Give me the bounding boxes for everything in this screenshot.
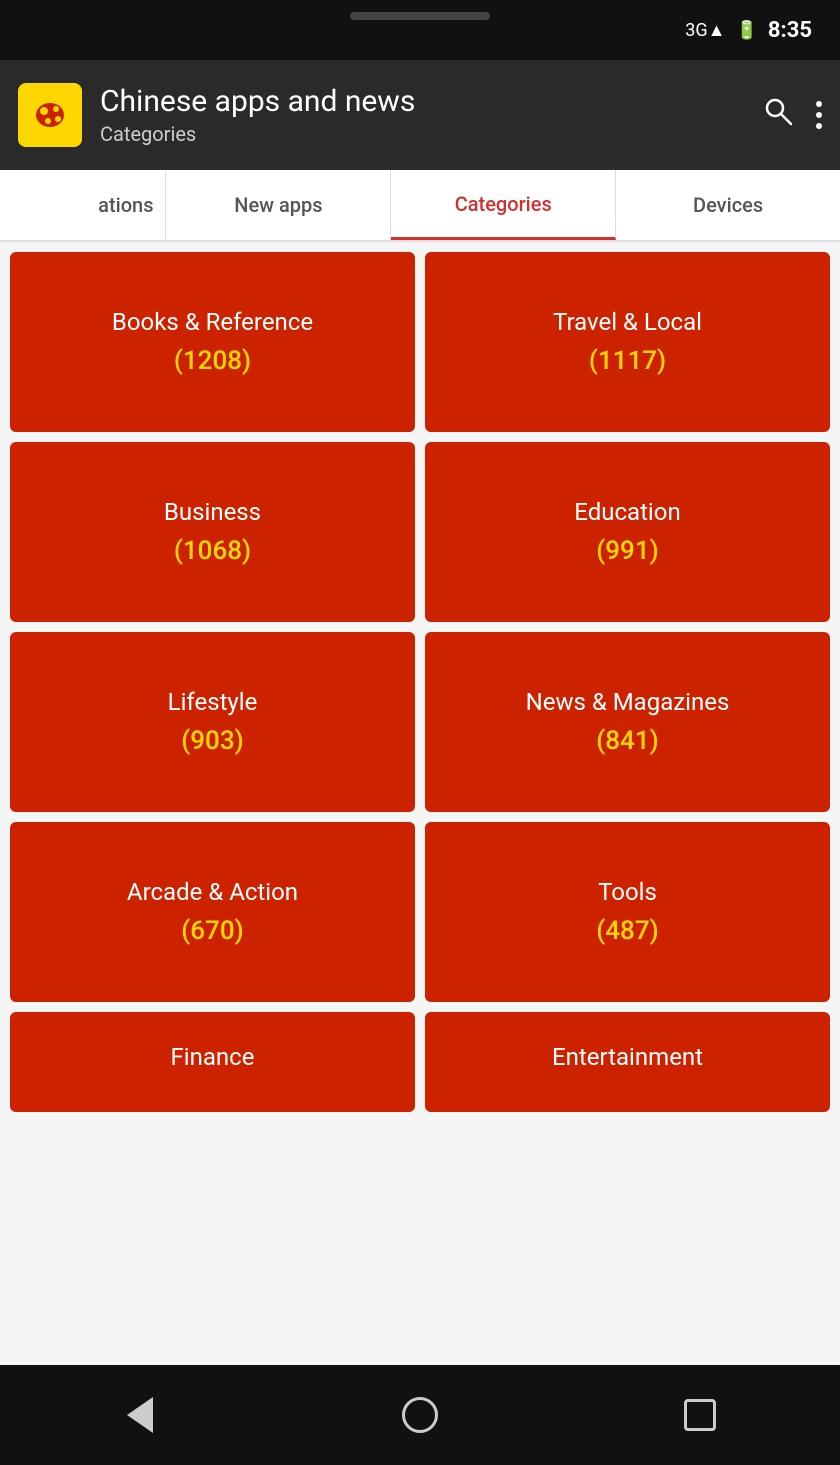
app-title-block: Chinese apps and news Categories [100,84,744,146]
tab-applications[interactable]: ations [0,170,166,240]
category-arcade-action[interactable]: Arcade & Action (670) [10,822,415,1002]
category-lifestyle[interactable]: Lifestyle (903) [10,632,415,812]
app-title: Chinese apps and news [100,84,744,120]
status-bar: 3G▲ 🔋 8:35 [0,0,840,60]
app-header: Chinese apps and news Categories [0,60,840,170]
header-actions [762,95,822,135]
category-travel-local[interactable]: Travel & Local (1117) [425,252,830,432]
clock: 8:35 [768,18,812,43]
category-finance[interactable]: Finance [10,1012,415,1112]
battery-icon: 🔋 [736,20,758,41]
home-icon [402,1397,438,1433]
category-news-magazines[interactable]: News & Magazines (841) [425,632,830,812]
category-education[interactable]: Education (991) [425,442,830,622]
app-subtitle: Categories [100,122,744,146]
recents-icon [684,1399,716,1431]
home-button[interactable] [396,1391,444,1439]
recents-button[interactable] [676,1391,724,1439]
back-button[interactable] [116,1391,164,1439]
back-icon [127,1397,153,1433]
search-icon[interactable] [762,95,794,135]
category-grid: Books & Reference (1208) Travel & Local … [0,242,840,1122]
app-logo [18,83,82,147]
category-books-reference[interactable]: Books & Reference (1208) [10,252,415,432]
category-entertainment[interactable]: Entertainment [425,1012,830,1112]
notch [350,12,490,20]
tab-devices[interactable]: Devices [616,170,840,240]
tab-categories[interactable]: Categories [391,170,616,240]
tab-new-apps[interactable]: New apps [166,170,391,240]
main-content: Books & Reference (1208) Travel & Local … [0,242,840,1365]
bottom-nav [0,1365,840,1465]
category-business[interactable]: Business (1068) [10,442,415,622]
category-tools[interactable]: Tools (487) [425,822,830,1002]
more-options-icon[interactable] [816,101,822,129]
tab-bar: ations New apps Categories Devices [0,170,840,242]
signal-icon: 3G▲ [685,20,725,41]
